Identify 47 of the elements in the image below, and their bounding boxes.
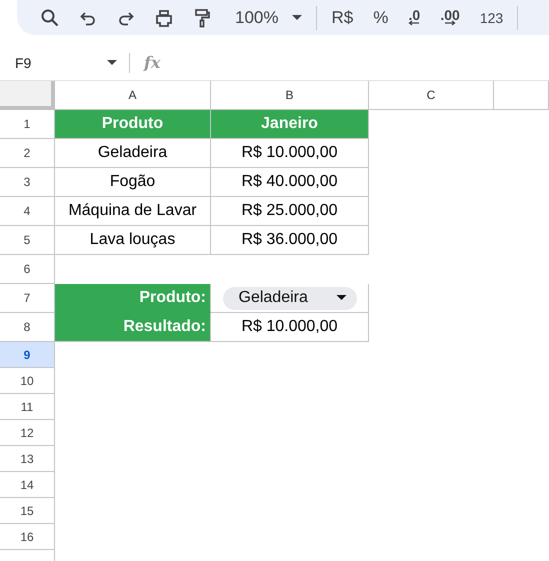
table-label: Resultado: [123, 318, 206, 336]
caret-icon [292, 14, 302, 20]
row-header[interactable]: 1 [0, 110, 55, 139]
row-header[interactable]: 4 [0, 197, 55, 226]
table-header: Produto [102, 115, 164, 133]
percent-button[interactable]: % [373, 8, 388, 28]
table-cell: Lava louças [90, 231, 176, 249]
row-header[interactable]: 6 [0, 255, 55, 284]
row-header[interactable]: 3 [0, 168, 55, 197]
table-cell: Máquina de Lavar [68, 202, 197, 220]
table-cell: R$ 36.000,00 [241, 231, 338, 249]
row-header[interactable]: 14 [0, 472, 55, 498]
row-header[interactable]: 7 [0, 284, 55, 313]
row-header[interactable]: 9 [0, 342, 55, 368]
caret-icon [336, 295, 346, 301]
row-header[interactable]: 12 [0, 420, 55, 446]
left-arrow-icon [408, 20, 420, 26]
row-header[interactable]: 8 [0, 313, 55, 342]
name-box[interactable]: F9 [0, 54, 129, 70]
decrease-decimals-button[interactable]: .0 [408, 10, 420, 26]
caret-icon [107, 60, 117, 66]
increase-decimals-button[interactable]: .00 [440, 10, 460, 26]
right-arrow-icon [444, 20, 456, 26]
paint-roller-icon[interactable] [192, 8, 212, 28]
column-header[interactable]: C [369, 81, 494, 110]
table-cell: R$ 10.000,00 [241, 144, 338, 162]
currency-button[interactable]: R$ [331, 8, 354, 28]
row-header[interactable]: 10 [0, 368, 55, 394]
dropdown-chip[interactable]: Geladeira [222, 286, 356, 310]
row-header[interactable]: 5 [0, 226, 55, 255]
table-cell: R$ 25.000,00 [241, 202, 338, 220]
print-icon[interactable] [154, 8, 174, 28]
table-cell: R$ 40.000,00 [241, 173, 338, 191]
row-header[interactable]: 16 [0, 524, 55, 550]
row-header[interactable]: 13 [0, 446, 55, 472]
table-label: Produto: [139, 289, 206, 307]
row-header[interactable]: 2 [0, 139, 55, 168]
more-formats-button[interactable]: 123 [480, 10, 504, 26]
row-header[interactable]: 11 [0, 394, 55, 420]
zoom-select[interactable]: 100% [235, 8, 302, 28]
table-cell: Geladeira [98, 144, 168, 162]
table-header: Janeiro [261, 115, 318, 133]
formula-label: fx [144, 53, 160, 72]
search-icon[interactable] [40, 8, 60, 28]
row-header[interactable]: 15 [0, 498, 55, 524]
table-cell: Fogão [110, 173, 156, 191]
table-cell: R$ 10.000,00 [241, 318, 338, 336]
